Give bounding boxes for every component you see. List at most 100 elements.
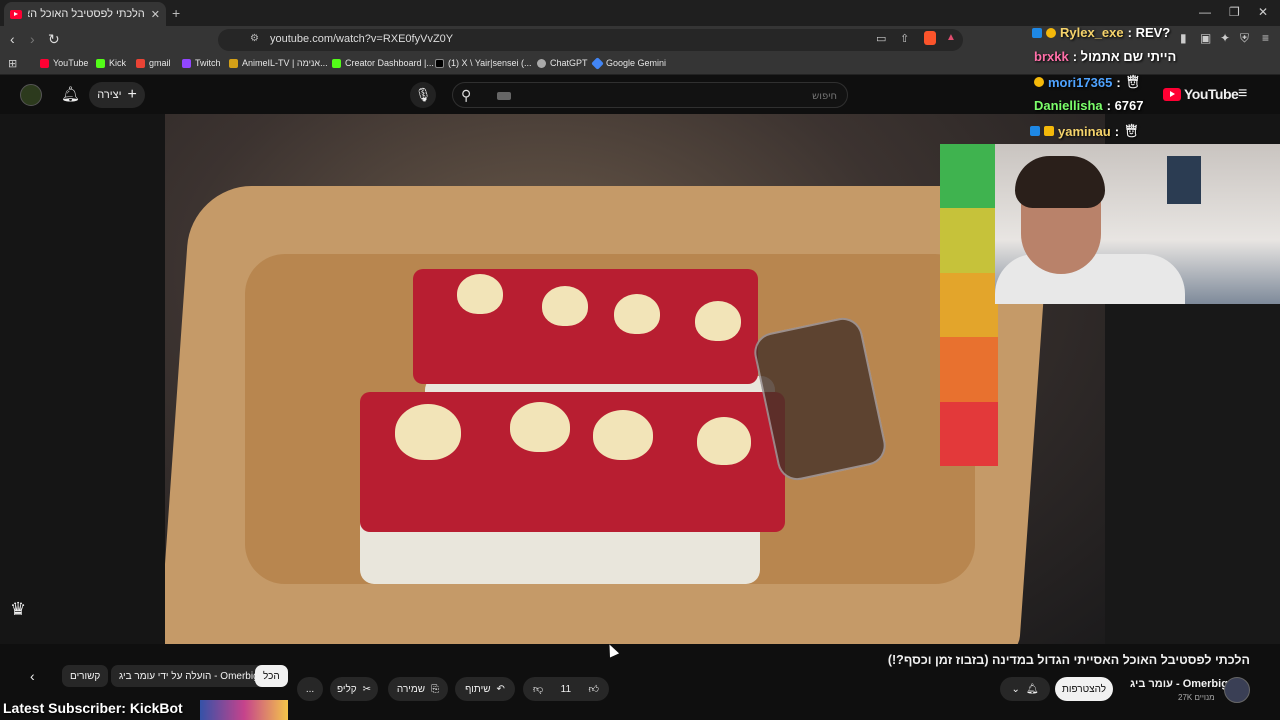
notification-dropdown[interactable]: ⌄ 🔔︎: [1000, 677, 1050, 701]
bookmark-chatgpt[interactable]: ChatGPT: [537, 58, 588, 68]
voice-search-button[interactable]: 🎙︎: [410, 82, 436, 108]
bookmark-gmail[interactable]: gmail: [136, 58, 171, 68]
x-icon: [435, 58, 444, 68]
brave-shield-icon[interactable]: [924, 31, 936, 45]
youtube-icon: [40, 58, 49, 68]
more-actions-button[interactable]: ...: [297, 677, 323, 701]
kick-icon: [96, 58, 105, 68]
save-button[interactable]: שמירה ⎘: [388, 677, 448, 701]
clip-button[interactable]: קליפ ✂: [330, 677, 378, 701]
bookmark-icon: ⎘: [431, 683, 440, 695]
tab-title: הלכתי לפסטיבל האוכל האסייתי: [28, 8, 145, 20]
install-icon[interactable]: ▭: [876, 32, 886, 45]
bookmark-kick[interactable]: Kick: [96, 58, 126, 68]
share-label: שיתוף: [465, 683, 491, 695]
bookmark-creator-dashboard[interactable]: Creator Dashboard |...: [332, 58, 434, 68]
channel-avatar[interactable]: [1224, 677, 1250, 703]
maximize-button[interactable]: ❐: [1229, 5, 1240, 19]
url-bar[interactable]: ⚙ youtube.com/watch?v=RXE0fyVvZ0Y ▭ ⇧ ▲: [218, 29, 963, 51]
vpn-icon[interactable]: ⛨: [1240, 31, 1249, 46]
subscriber-count: 27K מנויים: [1178, 693, 1215, 702]
wallet-icon[interactable]: ▣: [1200, 31, 1211, 45]
bookmark-youtube[interactable]: YouTube: [40, 58, 88, 68]
chat-text: :: [1116, 74, 1121, 90]
youtube-favicon-icon: [10, 9, 22, 19]
minimize-button[interactable]: —: [1199, 5, 1211, 19]
chat-username: mori17365: [1048, 74, 1113, 90]
gift-badge-icon: [1034, 77, 1044, 87]
notifications-bell-icon[interactable]: 🔔︎: [61, 85, 80, 103]
crown-badge-icon: [1044, 126, 1054, 136]
like-count: 11: [560, 683, 572, 695]
back-icon[interactable]: ‹: [10, 31, 15, 47]
create-button[interactable]: יצירה +: [89, 82, 145, 108]
sidebar-icon[interactable]: ▮: [1180, 31, 1187, 45]
plus-icon: +: [127, 86, 137, 103]
color-bar: [940, 401, 998, 467]
bookmark-animeil[interactable]: AnimeIL-TV | אנימה...: [229, 58, 328, 68]
chat-username: Daniellisha: [1034, 98, 1103, 113]
thumbnail-strip: [200, 700, 288, 720]
chip-all[interactable]: הכל: [255, 665, 288, 687]
youtube-logo[interactable]: YouTube: [1163, 86, 1239, 102]
chip-from-uploader[interactable]: הועלה על ידי עומר ביג - Omerbig: [111, 665, 267, 687]
sauce-dot: [510, 402, 570, 452]
rewards-icon[interactable]: ▲: [946, 32, 956, 43]
account-avatar[interactable]: [20, 84, 42, 106]
emote-icon: 👸︎: [1124, 74, 1142, 89]
chatgpt-icon: [537, 58, 546, 68]
emote-icon: 👸︎: [1123, 123, 1140, 138]
youtube-logo-text: YouTube: [1184, 86, 1239, 102]
overlay-panel: [1105, 304, 1280, 644]
bell-icon: 🔔︎: [1025, 683, 1039, 695]
close-window-button[interactable]: ✕: [1258, 5, 1268, 19]
browser-menu-icon[interactable]: ≡: [1262, 31, 1269, 45]
search-input[interactable]: [497, 87, 837, 105]
gmail-icon: [136, 58, 145, 68]
chip-related[interactable]: קשורים: [62, 665, 109, 687]
sauce-dot: [697, 417, 751, 465]
search-icon[interactable]: ⚲: [461, 87, 471, 104]
reload-icon[interactable]: ↻: [48, 31, 60, 48]
share-button[interactable]: שיתוף ↶: [455, 677, 515, 701]
bookmark-x[interactable]: (1) X \ Yair|sensei (...: [435, 58, 532, 68]
chat-message: Daniellisha : 6767: [1034, 98, 1144, 113]
sauce-dot: [542, 286, 588, 326]
chat-message: brxkk : הייתי שם אתמול: [1034, 49, 1176, 64]
forward-icon[interactable]: ›: [30, 31, 35, 47]
dislike-icon[interactable]: 👎︎: [533, 683, 543, 695]
gemini-icon: [591, 56, 604, 70]
tab-close-icon[interactable]: ✕: [151, 8, 160, 21]
video-title: הלכתי לפסטיבל האוכל האסייתי הגדול במדינה…: [887, 653, 1250, 667]
chips-scroll-left-icon[interactable]: ‹: [22, 665, 43, 687]
animeil-icon: [229, 58, 238, 68]
new-tab-button[interactable]: +: [172, 5, 180, 21]
browser-tab-active[interactable]: הלכתי לפסטיבל האוכל האסייתי ✕: [4, 2, 166, 26]
streamer-webcam: [995, 144, 1280, 304]
video-player[interactable]: ♛: [0, 114, 1280, 644]
bookmark-twitch[interactable]: Twitch: [182, 58, 221, 68]
site-info-icon[interactable]: ⚙: [250, 33, 259, 44]
share-page-icon[interactable]: ⇧: [900, 32, 909, 45]
microphone-icon: 🎙︎: [414, 87, 432, 102]
guide-menu-icon[interactable]: ≡: [1238, 85, 1247, 103]
subscriber-badge-icon: [1032, 27, 1042, 38]
leo-ai-icon[interactable]: ✦: [1220, 31, 1230, 45]
chat-username: Rylex_exe: [1060, 25, 1124, 40]
sauce-dot: [395, 404, 461, 460]
scissors-icon: ✂: [362, 683, 372, 695]
subscribe-button[interactable]: להצטרפות: [1055, 677, 1113, 701]
stream-color-bars: [940, 144, 998, 467]
color-bar: [940, 272, 998, 338]
like-icon[interactable]: 👍︎: [589, 683, 599, 695]
chat-username: yaminau: [1058, 123, 1111, 139]
bookmark-gemini[interactable]: Google Gemini: [591, 56, 666, 70]
video-metadata: הלכתי לפסטיבל האוכל האסייתי הגדול במדינה…: [0, 644, 1280, 720]
share-arrow-icon: ↶: [496, 683, 505, 695]
apps-grid-icon[interactable]: ⊞: [8, 57, 17, 70]
channel-name[interactable]: עומר ביג - Omerbig: [1130, 678, 1228, 690]
sauce-dot: [593, 410, 653, 460]
twitch-icon: [182, 58, 191, 68]
sauce-dot: [695, 301, 741, 341]
latest-subscriber-overlay: Latest Subscriber: KickBot: [3, 700, 183, 716]
